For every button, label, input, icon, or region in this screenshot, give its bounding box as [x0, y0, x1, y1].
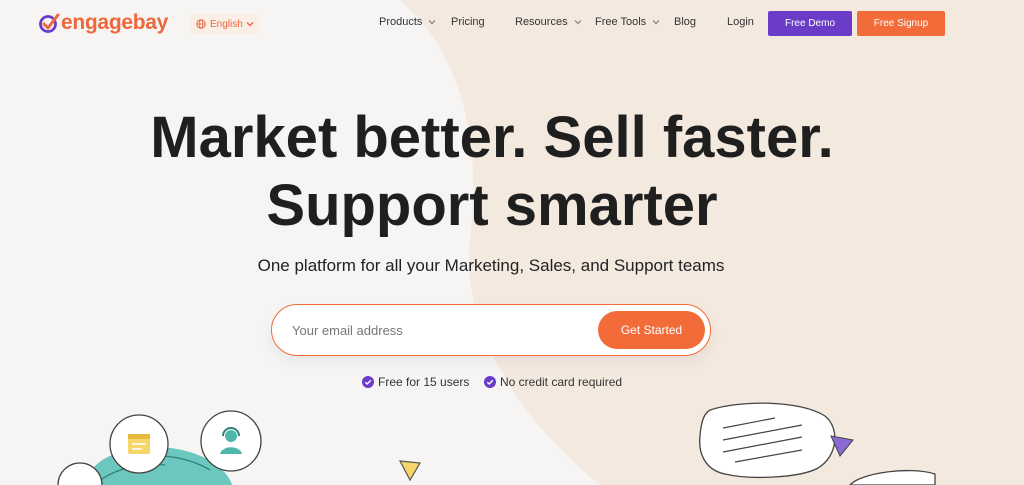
chevron-down-icon — [246, 22, 254, 27]
free-signup-button[interactable]: Free Signup — [857, 11, 945, 36]
hero-illustration-left — [57, 410, 262, 485]
free-demo-button[interactable]: Free Demo — [768, 11, 852, 36]
perk-label: No credit card required — [500, 375, 623, 389]
get-started-button[interactable]: Get Started — [598, 311, 705, 349]
language-label: English — [210, 18, 243, 30]
hero-headline-line1: Market better. Sell faster. — [150, 105, 834, 170]
chat-bubble-icon — [699, 402, 836, 479]
perk-no-credit-card: No credit card required — [484, 375, 622, 389]
hero-subheadline: One platform for all your Marketing, Sal… — [257, 256, 725, 275]
logo-text: engagebay — [61, 11, 169, 34]
signup-form: Get Started — [271, 304, 711, 356]
nav-pricing[interactable]: Pricing — [451, 16, 485, 28]
chevron-down-icon — [429, 20, 436, 25]
site-header: engagebay English Products Pricing Resou… — [0, 0, 1024, 48]
nav-resources[interactable]: Resources — [515, 16, 582, 28]
nav-blog-label: Blog — [674, 16, 697, 28]
nav-login-label: Login — [727, 16, 754, 28]
hero-illustration-right — [699, 402, 936, 485]
nav-products-label: Products — [379, 16, 423, 28]
nav-products[interactable]: Products — [379, 16, 436, 28]
check-circle-icon — [362, 376, 374, 388]
logo-mark-icon — [39, 13, 60, 33]
chat-bubble-icon — [849, 469, 936, 485]
perk-free-users: Free for 15 users — [362, 375, 469, 389]
nav-login[interactable]: Login — [727, 16, 754, 28]
nav-free-tools[interactable]: Free Tools — [595, 16, 660, 28]
globe-icon — [196, 19, 206, 29]
hero-headline-line2: Support smarter — [266, 173, 718, 238]
yellow-triangle-icon — [398, 460, 421, 482]
logo[interactable]: engagebay — [38, 11, 168, 35]
check-circle-icon — [484, 376, 496, 388]
hero-headline: Market better. Sell faster. Support smar… — [0, 104, 984, 240]
nav-resources-label: Resources — [515, 16, 568, 28]
language-selector[interactable]: English — [190, 14, 260, 34]
nav-pricing-label: Pricing — [451, 16, 485, 28]
email-input[interactable] — [292, 319, 592, 341]
perk-label: Free for 15 users — [378, 375, 470, 389]
chevron-down-icon — [652, 20, 660, 25]
chevron-down-icon — [574, 20, 581, 25]
nav-blog[interactable]: Blog — [674, 16, 696, 28]
nav-free-tools-label: Free Tools — [595, 16, 647, 28]
